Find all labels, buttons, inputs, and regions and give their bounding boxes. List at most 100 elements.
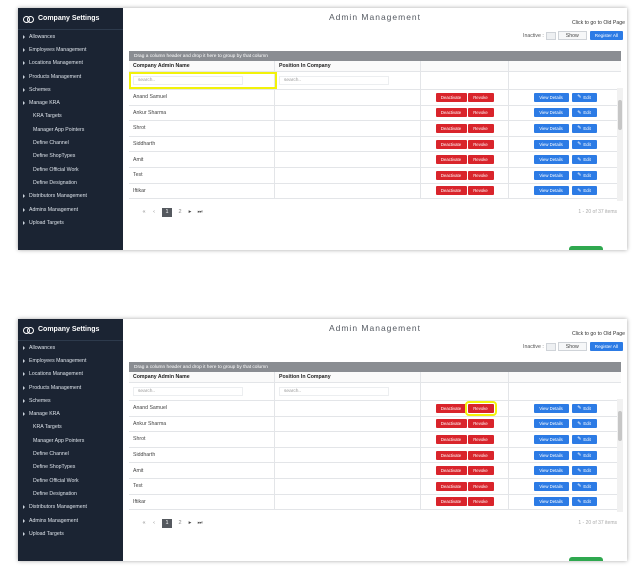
deactivate-button[interactable]: Deactivate xyxy=(435,419,467,429)
deactivate-button[interactable]: Deactivate xyxy=(435,92,467,102)
edit-button[interactable]: ✎ Edit xyxy=(571,497,597,507)
deactivate-button[interactable]: Deactivate xyxy=(435,186,467,196)
first-page-button[interactable]: « xyxy=(139,209,149,215)
view-details-button[interactable]: View Details xyxy=(533,139,569,149)
view-details-button[interactable]: View Details xyxy=(533,403,569,413)
sidebar-item[interactable]: Products Management xyxy=(18,70,123,83)
view-details-button[interactable]: View Details xyxy=(533,497,569,507)
view-details-button[interactable]: View Details xyxy=(533,123,569,133)
next-page-button[interactable]: ▸ xyxy=(185,520,195,526)
view-details-button[interactable]: View Details xyxy=(533,155,569,165)
deactivate-button[interactable]: Deactivate xyxy=(435,108,467,118)
sidebar-item[interactable]: KRA Targets xyxy=(18,421,123,434)
deactivate-button[interactable]: Deactivate xyxy=(435,466,467,476)
sidebar-item[interactable]: Employees Management xyxy=(18,354,123,367)
sidebar-item[interactable]: Distributors Management xyxy=(18,190,123,203)
revoke-button[interactable]: Revoke xyxy=(464,400,497,416)
revoke-button[interactable]: Revoke xyxy=(467,466,494,476)
last-page-button[interactable]: ⏭ xyxy=(195,209,205,216)
register-all-button[interactable]: Register All xyxy=(589,31,623,40)
page-1-button[interactable]: 1 xyxy=(162,518,172,528)
show-button[interactable]: Show xyxy=(557,342,587,351)
sidebar-item[interactable]: Products Management xyxy=(18,381,123,394)
revoke-button[interactable]: Revoke xyxy=(467,155,494,165)
edit-button[interactable]: ✎ Edit xyxy=(571,403,597,413)
edit-button[interactable]: ✎ Edit xyxy=(571,139,597,149)
sidebar-item[interactable]: Manager App Pointers xyxy=(18,123,123,136)
position-search-input[interactable]: search.. xyxy=(279,76,389,85)
edit-button[interactable]: ✎ Edit xyxy=(571,434,597,444)
sidebar-item[interactable]: Define Designation xyxy=(18,176,123,189)
first-page-button[interactable]: « xyxy=(139,520,149,526)
view-details-button[interactable]: View Details xyxy=(533,434,569,444)
floating-action-button[interactable] xyxy=(569,557,603,561)
page-2-button[interactable]: 2 xyxy=(175,520,185,526)
revoke-button[interactable]: Revoke xyxy=(467,434,494,444)
sidebar-item[interactable]: Upload Targets xyxy=(18,216,123,229)
sidebar-item[interactable]: Define ShopTypes xyxy=(18,461,123,474)
revoke-button[interactable]: Revoke xyxy=(467,497,494,507)
sidebar-item[interactable]: Locations Management xyxy=(18,57,123,70)
column-header-position[interactable]: Position In Company xyxy=(275,61,421,71)
edit-button[interactable]: ✎ Edit xyxy=(571,481,597,491)
sidebar-header[interactable]: Company Settings xyxy=(18,319,123,341)
position-search-input[interactable]: search.. xyxy=(279,387,389,396)
sidebar-item[interactable]: Admins Management xyxy=(18,514,123,527)
sidebar-item[interactable]: Locations Management xyxy=(18,368,123,381)
sidebar-item[interactable]: Define Official Work xyxy=(18,163,123,176)
show-button[interactable]: Show xyxy=(557,31,587,40)
revoke-button[interactable]: Revoke xyxy=(467,419,494,429)
sidebar-item[interactable]: Define ShopTypes xyxy=(18,150,123,163)
group-by-bar[interactable]: Drag a column header and drop it here to… xyxy=(129,51,621,61)
grid-scrollbar[interactable] xyxy=(617,88,623,201)
column-header-admin-name[interactable]: Company Admin Name xyxy=(129,61,275,71)
sidebar-item[interactable]: Manager App Pointers xyxy=(18,434,123,447)
deactivate-button[interactable]: Deactivate xyxy=(435,481,467,491)
sidebar-item[interactable]: KRA Targets xyxy=(18,110,123,123)
revoke-button[interactable]: Revoke xyxy=(467,186,494,196)
sidebar-item[interactable]: Admins Management xyxy=(18,203,123,216)
prev-page-button[interactable]: ‹ xyxy=(149,209,159,215)
deactivate-button[interactable]: Deactivate xyxy=(435,497,467,507)
revoke-button[interactable]: Revoke xyxy=(467,108,494,118)
grid-scrollbar[interactable] xyxy=(617,399,623,512)
scroll-thumb[interactable] xyxy=(618,411,622,441)
sidebar-item[interactable]: Manage KRA xyxy=(18,96,123,109)
page-2-button[interactable]: 2 xyxy=(175,209,185,215)
revoke-button[interactable]: Revoke xyxy=(467,123,494,133)
next-page-button[interactable]: ▸ xyxy=(185,209,195,215)
revoke-button[interactable]: Revoke xyxy=(467,139,494,149)
column-header-admin-name[interactable]: Company Admin Name xyxy=(129,372,275,382)
sidebar-item[interactable]: Distributors Management xyxy=(18,501,123,514)
register-all-button[interactable]: Register All xyxy=(589,342,623,351)
admin-name-search-input[interactable]: search.. xyxy=(133,387,243,396)
view-details-button[interactable]: View Details xyxy=(533,450,569,460)
view-details-button[interactable]: View Details xyxy=(533,481,569,491)
sidebar-item[interactable]: Define Designation xyxy=(18,487,123,500)
view-details-button[interactable]: View Details xyxy=(533,419,569,429)
sidebar-item[interactable]: Schemes xyxy=(18,394,123,407)
edit-button[interactable]: ✎ Edit xyxy=(571,419,597,429)
deactivate-button[interactable]: Deactivate xyxy=(435,434,467,444)
deactivate-button[interactable]: Deactivate xyxy=(435,139,467,149)
scroll-thumb[interactable] xyxy=(618,100,622,130)
edit-button[interactable]: ✎ Edit xyxy=(571,92,597,102)
deactivate-button[interactable]: Deactivate xyxy=(435,123,467,133)
inactive-toggle[interactable] xyxy=(545,342,556,351)
page-1-button[interactable]: 1 xyxy=(162,207,172,217)
edit-button[interactable]: ✎ Edit xyxy=(571,108,597,118)
sidebar-item[interactable]: Allowances xyxy=(18,30,123,43)
edit-button[interactable]: ✎ Edit xyxy=(571,123,597,133)
sidebar-item[interactable]: Define Official Work xyxy=(18,474,123,487)
edit-button[interactable]: ✎ Edit xyxy=(571,466,597,476)
edit-button[interactable]: ✎ Edit xyxy=(571,170,597,180)
old-page-link[interactable]: Click to go to Old Page xyxy=(572,331,625,337)
column-header-position[interactable]: Position In Company xyxy=(275,372,421,382)
deactivate-button[interactable]: Deactivate xyxy=(435,450,467,460)
deactivate-button[interactable]: Deactivate xyxy=(435,403,467,413)
sidebar-item[interactable]: Upload Targets xyxy=(18,527,123,540)
sidebar-item[interactable]: Employees Management xyxy=(18,43,123,56)
deactivate-button[interactable]: Deactivate xyxy=(435,155,467,165)
edit-button[interactable]: ✎ Edit xyxy=(571,155,597,165)
sidebar-item[interactable]: Schemes xyxy=(18,83,123,96)
